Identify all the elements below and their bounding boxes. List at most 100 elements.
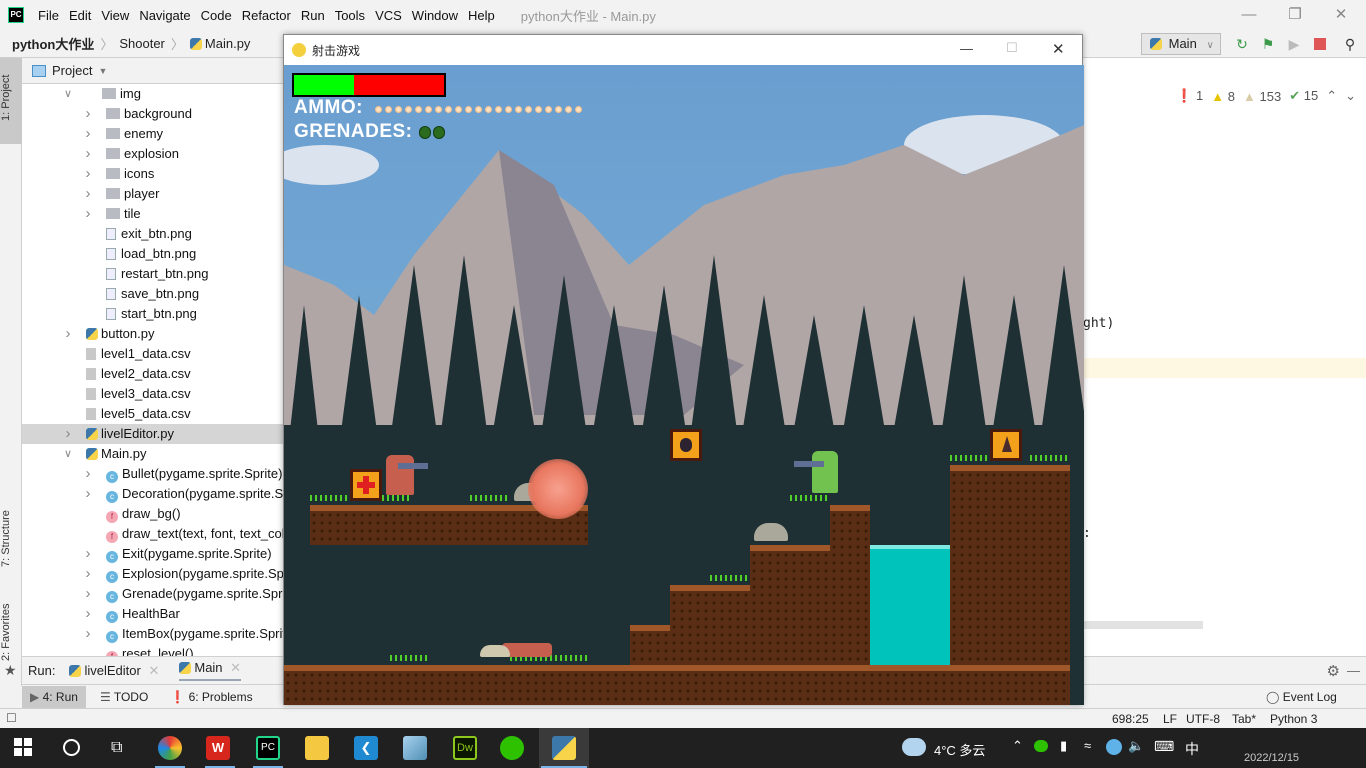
keyboard-icon[interactable]: ⌨ <box>1154 738 1174 755</box>
tree-item[interactable]: level2_data.csv <box>22 364 283 384</box>
notepad-icon[interactable] <box>403 736 427 760</box>
tool-tab-favorites[interactable]: 2: Favorites <box>0 592 22 672</box>
error-count[interactable]: ❗ 1 <box>1176 88 1203 104</box>
game-canvas[interactable]: AMMO: GRENADES: <box>284 65 1084 705</box>
tree-item[interactable]: restart_btn.png <box>22 264 283 284</box>
weak-warning-count[interactable]: ▲ 153 <box>1243 89 1281 104</box>
rerun-icon[interactable]: ↻ <box>1234 36 1250 52</box>
file-encoding[interactable]: UTF-8 <box>1186 712 1220 726</box>
python-interpreter[interactable]: Python 3 <box>1270 712 1317 726</box>
run-tab-main[interactable]: Main ✕ <box>179 660 242 681</box>
game-close-button[interactable]: ✕ <box>1052 40 1065 58</box>
typo-count[interactable]: ✔ 15 <box>1289 88 1318 104</box>
tree-item[interactable]: start_btn.png <box>22 304 283 324</box>
run-with-coverage-icon[interactable]: ▶ <box>1286 36 1302 52</box>
tree-item[interactable]: › c Exit(pygame.sprite.Sprite) <box>22 544 283 564</box>
weather-cloud-icon[interactable] <box>902 738 926 756</box>
hide-panel-icon[interactable]: — <box>1347 663 1360 678</box>
tree-item[interactable]: ∨ Main.py <box>22 444 283 464</box>
tree-item[interactable]: › enemy <box>22 124 283 144</box>
tree-item[interactable]: › c Decoration(pygame.sprite.Sprite) <box>22 484 283 504</box>
chevron-right-icon[interactable]: › <box>82 204 94 224</box>
tree-item[interactable]: save_btn.png <box>22 284 283 304</box>
tree-item[interactable]: f draw_bg() <box>22 504 283 524</box>
show-hidden-icons-chevron[interactable]: ⌃ <box>1012 738 1023 754</box>
tree-item[interactable]: exit_btn.png <box>22 224 283 244</box>
breadcrumb-file[interactable]: Main.py <box>205 36 251 51</box>
chevron-right-icon[interactable]: › <box>62 324 74 344</box>
menu-refactor[interactable]: Refactor <box>242 8 291 23</box>
chevron-right-icon[interactable]: › <box>82 624 94 644</box>
tool-tab-problems[interactable]: ❗ 6: Problems <box>170 690 252 704</box>
chevron-right-icon[interactable]: › <box>82 184 94 204</box>
menu-navigate[interactable]: Navigate <box>139 8 190 23</box>
game-minimize-button[interactable]: — <box>960 41 973 56</box>
tree-item[interactable]: f draw_text(text, font, text_col, x, y) <box>22 524 283 544</box>
tool-tab-run[interactable]: ▶ 4: Run <box>22 685 86 708</box>
menu-view[interactable]: View <box>101 8 129 23</box>
python-running-task[interactable] <box>539 728 589 768</box>
tool-tab-structure[interactable]: 7: Structure <box>0 494 22 584</box>
restore-button[interactable]: ❐ <box>1272 4 1318 26</box>
close-button[interactable]: ✕ <box>1318 4 1364 26</box>
game-maximize-button[interactable]: ☐ <box>1006 40 1018 56</box>
tree-item[interactable]: › c Grenade(pygame.sprite.Sprite) <box>22 584 283 604</box>
chevron-right-icon[interactable]: › <box>82 604 94 624</box>
tree-item[interactable]: freset_level() <box>22 644 283 656</box>
close-tab-icon[interactable]: ✕ <box>230 660 241 675</box>
tree-item[interactable]: level5_data.csv <box>22 404 283 424</box>
tool-tab-todo[interactable]: ☰ TODO <box>100 690 148 704</box>
tree-item[interactable]: › tile <box>22 204 283 224</box>
horizontal-scrollbar[interactable] <box>1083 621 1203 629</box>
breadcrumb-folder[interactable]: Shooter <box>119 36 165 51</box>
minimize-button[interactable]: — <box>1226 4 1272 26</box>
tree-item[interactable]: ∨ img <box>22 84 283 104</box>
chevron-right-icon[interactable]: › <box>82 464 94 484</box>
vscode-icon[interactable]: ❮ <box>354 736 378 760</box>
chevron-down-icon[interactable]: ∨ <box>62 84 74 104</box>
ime-indicator[interactable]: 中 <box>1185 739 1199 759</box>
tree-item[interactable]: › c HealthBar <box>22 604 283 624</box>
menu-code[interactable]: Code <box>201 8 232 23</box>
line-separator[interactable]: LF <box>1163 712 1177 726</box>
warning-count[interactable]: ▲ 8 <box>1211 89 1235 104</box>
windows-start-icon[interactable] <box>14 738 32 756</box>
run-configuration-select[interactable]: Main ∨ <box>1141 33 1221 55</box>
tree-item[interactable]: level1_data.csv <box>22 344 283 364</box>
tree-item[interactable]: › background <box>22 104 283 124</box>
tree-item[interactable]: load_btn.png <box>22 244 283 264</box>
battery-icon[interactable]: ▮ <box>1060 738 1067 754</box>
chevron-right-icon[interactable]: › <box>82 484 94 504</box>
wifi-icon[interactable]: ≈ <box>1084 738 1091 753</box>
chevron-right-icon[interactable]: › <box>82 104 94 124</box>
tree-item[interactable]: › button.py <box>22 324 283 344</box>
task-view-icon[interactable]: ⧉ <box>111 739 122 757</box>
error-stripe[interactable] <box>1352 158 1366 658</box>
wechat-icon[interactable] <box>500 736 524 760</box>
breadcrumb-project[interactable]: python大作业 <box>12 34 94 53</box>
dreamweaver-icon[interactable]: Dw <box>453 736 477 760</box>
tree-item[interactable]: › icons <box>22 164 283 184</box>
indent-setting[interactable]: Tab* <box>1232 712 1256 726</box>
settings-gear-icon[interactable]: ⚙ <box>1327 662 1340 680</box>
search-circle-icon[interactable] <box>63 739 80 756</box>
run-tab-liveleditor[interactable]: livelEditor ✕ <box>69 663 159 679</box>
wps-office-icon[interactable]: W <box>206 736 230 760</box>
project-panel-header[interactable]: Project ▼ <box>22 58 283 84</box>
menu-file[interactable]: File <box>38 8 59 23</box>
tree-item[interactable]: level3_data.csv <box>22 384 283 404</box>
chevron-down-icon[interactable]: ∨ <box>62 444 74 464</box>
previous-highlight-icon[interactable]: ⌃ <box>1326 88 1337 104</box>
toggle-tool-windows-icon[interactable]: ☐ <box>6 711 17 725</box>
menu-tools[interactable]: Tools <box>335 8 365 23</box>
caret-position[interactable]: 698:25 <box>1112 712 1149 726</box>
browser-ie-icon[interactable] <box>158 736 182 760</box>
chevron-right-icon[interactable]: › <box>82 124 94 144</box>
debug-bug-icon[interactable]: ⚑ <box>1260 36 1276 52</box>
tree-item[interactable]: › c Bullet(pygame.sprite.Sprite) <box>22 464 283 484</box>
tree-item[interactable]: › c Explosion(pygame.sprite.Sprite) <box>22 564 283 584</box>
tree-item[interactable]: › livelEditor.py <box>22 424 283 444</box>
close-tab-icon[interactable]: ✕ <box>148 663 159 678</box>
tree-item[interactable]: › explosion <box>22 144 283 164</box>
chevron-right-icon[interactable]: › <box>82 164 94 184</box>
